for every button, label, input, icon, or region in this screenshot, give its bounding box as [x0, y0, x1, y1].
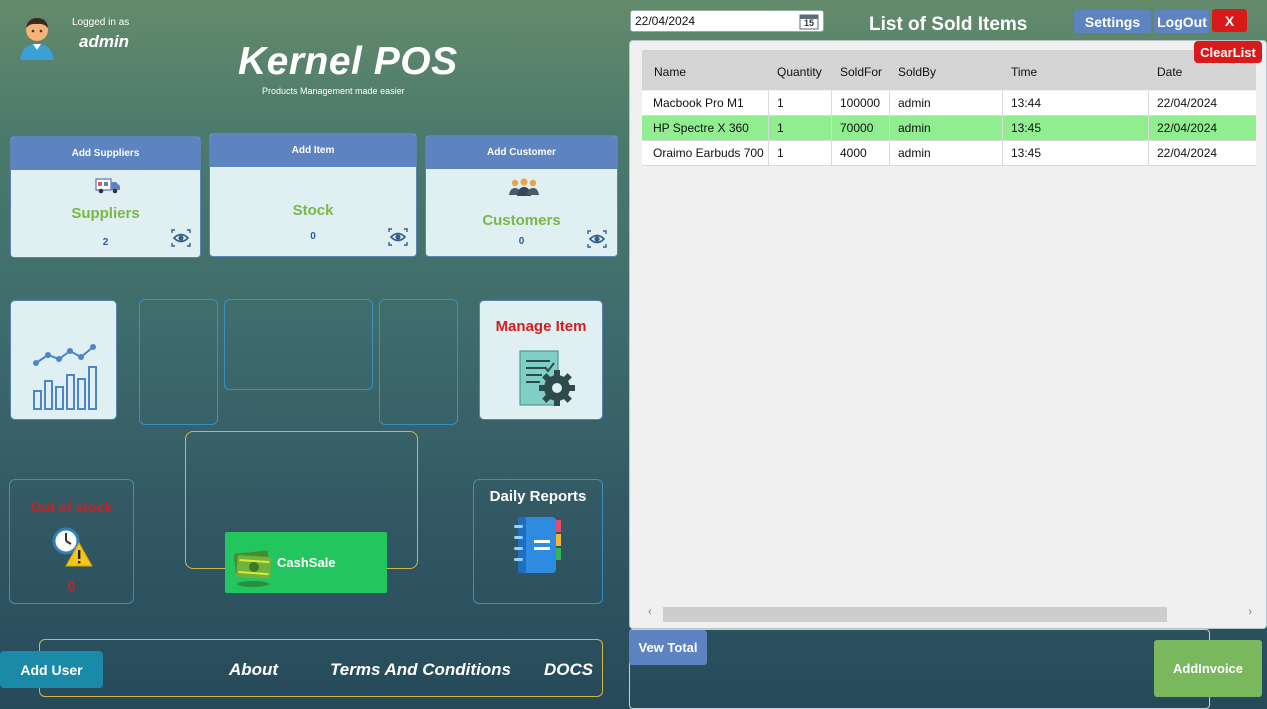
cell-time: 13:44 [1003, 91, 1149, 116]
calendar-day-label: 15 [803, 18, 814, 28]
list-title: List of Sold Items [869, 14, 1028, 35]
manage-item-label: Manage Item [495, 318, 587, 335]
col-header-date[interactable]: Date [1157, 65, 1182, 79]
cell-quantity: 1 [769, 91, 832, 116]
sold-items-grid: Name Quantity SoldFor SoldBy Time Date M… [642, 50, 1256, 622]
clear-list-button[interactable]: ClearList [1194, 41, 1262, 63]
cash-sale-label: CashSale [277, 555, 336, 570]
cell-soldfor: 4000 [832, 141, 890, 166]
empty-panel-3 [379, 299, 458, 425]
clock-warning-icon [52, 527, 93, 567]
suppliers-title: Suppliers [71, 205, 140, 222]
table-row[interactable]: Oraimo Earbuds 700 1 4000 admin 13:45 22… [642, 141, 1256, 166]
add-invoice-button[interactable]: AddInvoice [1154, 640, 1262, 697]
cell-time: 13:45 [1003, 141, 1149, 166]
col-header-soldby[interactable]: SoldBy [898, 65, 936, 79]
table-row-selected[interactable]: HP Spectre X 360 1 70000 admin 13:45 22/… [642, 116, 1256, 141]
document-gear-icon [519, 350, 575, 406]
cell-time: 13:45 [1003, 116, 1149, 141]
out-of-stock-count: 0 [67, 578, 76, 594]
stock-title: Stock [292, 202, 334, 219]
analytics-tile[interactable] [10, 300, 117, 420]
logged-in-label: Logged in as [72, 17, 130, 28]
date-picker[interactable]: 15 [630, 10, 824, 32]
table-row[interactable]: Macbook Pro M1 1 100000 admin 13:44 22/0… [642, 91, 1256, 116]
cell-soldfor: 100000 [832, 91, 890, 116]
totals-panel [629, 629, 1210, 709]
sold-items-panel: Name Quantity SoldFor SoldBy Time Date M… [629, 40, 1267, 629]
cell-quantity: 1 [769, 116, 832, 141]
stock-count: 0 [310, 231, 316, 242]
scrollbar-thumb[interactable] [663, 607, 1167, 622]
calendar-button[interactable]: 15 [799, 13, 819, 30]
add-suppliers-button[interactable]: Add Suppliers [11, 137, 200, 170]
stock-card: Add Item Stock 0 [209, 133, 417, 257]
customers-group-icon [509, 178, 539, 196]
cell-date: 22/04/2024 [1157, 146, 1218, 160]
settings-button[interactable]: Settings [1074, 10, 1151, 33]
cell-date: 22/04/2024 [1157, 96, 1218, 110]
bar-chart-trend-icon [33, 344, 97, 410]
cell-name: HP Spectre X 360 [642, 116, 769, 141]
app-subtitle: Products Management made easier [262, 86, 405, 96]
supplier-truck-icon [95, 178, 120, 194]
app-title: Kernel POS [238, 40, 458, 83]
docs-link[interactable]: DOCS [544, 660, 593, 680]
customers-title: Customers [482, 212, 561, 229]
money-stack-icon [234, 550, 272, 587]
report-notebook-icon [514, 517, 561, 573]
col-header-name[interactable]: Name [654, 65, 686, 79]
out-of-stock-label: Out of stock [30, 499, 113, 515]
close-button[interactable]: X [1212, 9, 1247, 32]
add-item-button[interactable]: Add Item [210, 134, 416, 167]
empty-panel-2 [224, 299, 373, 390]
cell-soldby: admin [890, 91, 1003, 116]
view-total-button[interactable]: Vew Total [629, 630, 707, 665]
scroll-right-icon[interactable]: › [1248, 606, 1252, 618]
cell-quantity: 1 [769, 141, 832, 166]
view-suppliers-eye-icon[interactable] [171, 229, 191, 247]
col-header-time[interactable]: Time [1011, 65, 1037, 79]
date-input[interactable] [632, 12, 796, 30]
customers-card: Add Customer Customers 0 [425, 135, 618, 257]
cell-name: Macbook Pro M1 [642, 91, 769, 116]
suppliers-card: Add Suppliers Suppliers 2 [10, 136, 201, 258]
scroll-left-icon[interactable]: ‹ [648, 606, 652, 618]
about-link[interactable]: About [229, 660, 278, 680]
horizontal-scrollbar[interactable]: ‹ › [642, 605, 1256, 622]
cash-sale-button[interactable]: CashSale [225, 532, 387, 593]
logout-button[interactable]: LogOut [1154, 10, 1210, 33]
add-user-button[interactable]: Add User [0, 651, 103, 688]
col-header-soldfor[interactable]: SoldFor [840, 65, 882, 79]
footer-bar [39, 639, 603, 697]
grid-header: Name Quantity SoldFor SoldBy Time Date [642, 50, 1256, 90]
manage-item-tile[interactable]: Manage Item [479, 300, 603, 420]
cell-name: Oraimo Earbuds 700 [642, 141, 769, 166]
cell-soldby: admin [890, 116, 1003, 141]
cell-date: 22/04/2024 [1157, 121, 1218, 135]
out-of-stock-tile[interactable]: Out of stock 0 [9, 479, 134, 604]
add-customer-button[interactable]: Add Customer [426, 136, 617, 169]
cell-soldfor: 70000 [832, 116, 890, 141]
col-header-quantity[interactable]: Quantity [777, 65, 822, 79]
view-customers-eye-icon[interactable] [587, 230, 607, 248]
user-avatar-icon [20, 18, 54, 60]
daily-reports-tile[interactable]: Daily Reports [473, 479, 603, 604]
daily-reports-label: Daily Reports [489, 488, 587, 505]
empty-panel-1 [139, 299, 218, 425]
cell-soldby: admin [890, 141, 1003, 166]
view-stock-eye-icon[interactable] [388, 228, 408, 246]
username: admin [79, 32, 130, 51]
terms-link[interactable]: Terms And Conditions [330, 660, 511, 680]
